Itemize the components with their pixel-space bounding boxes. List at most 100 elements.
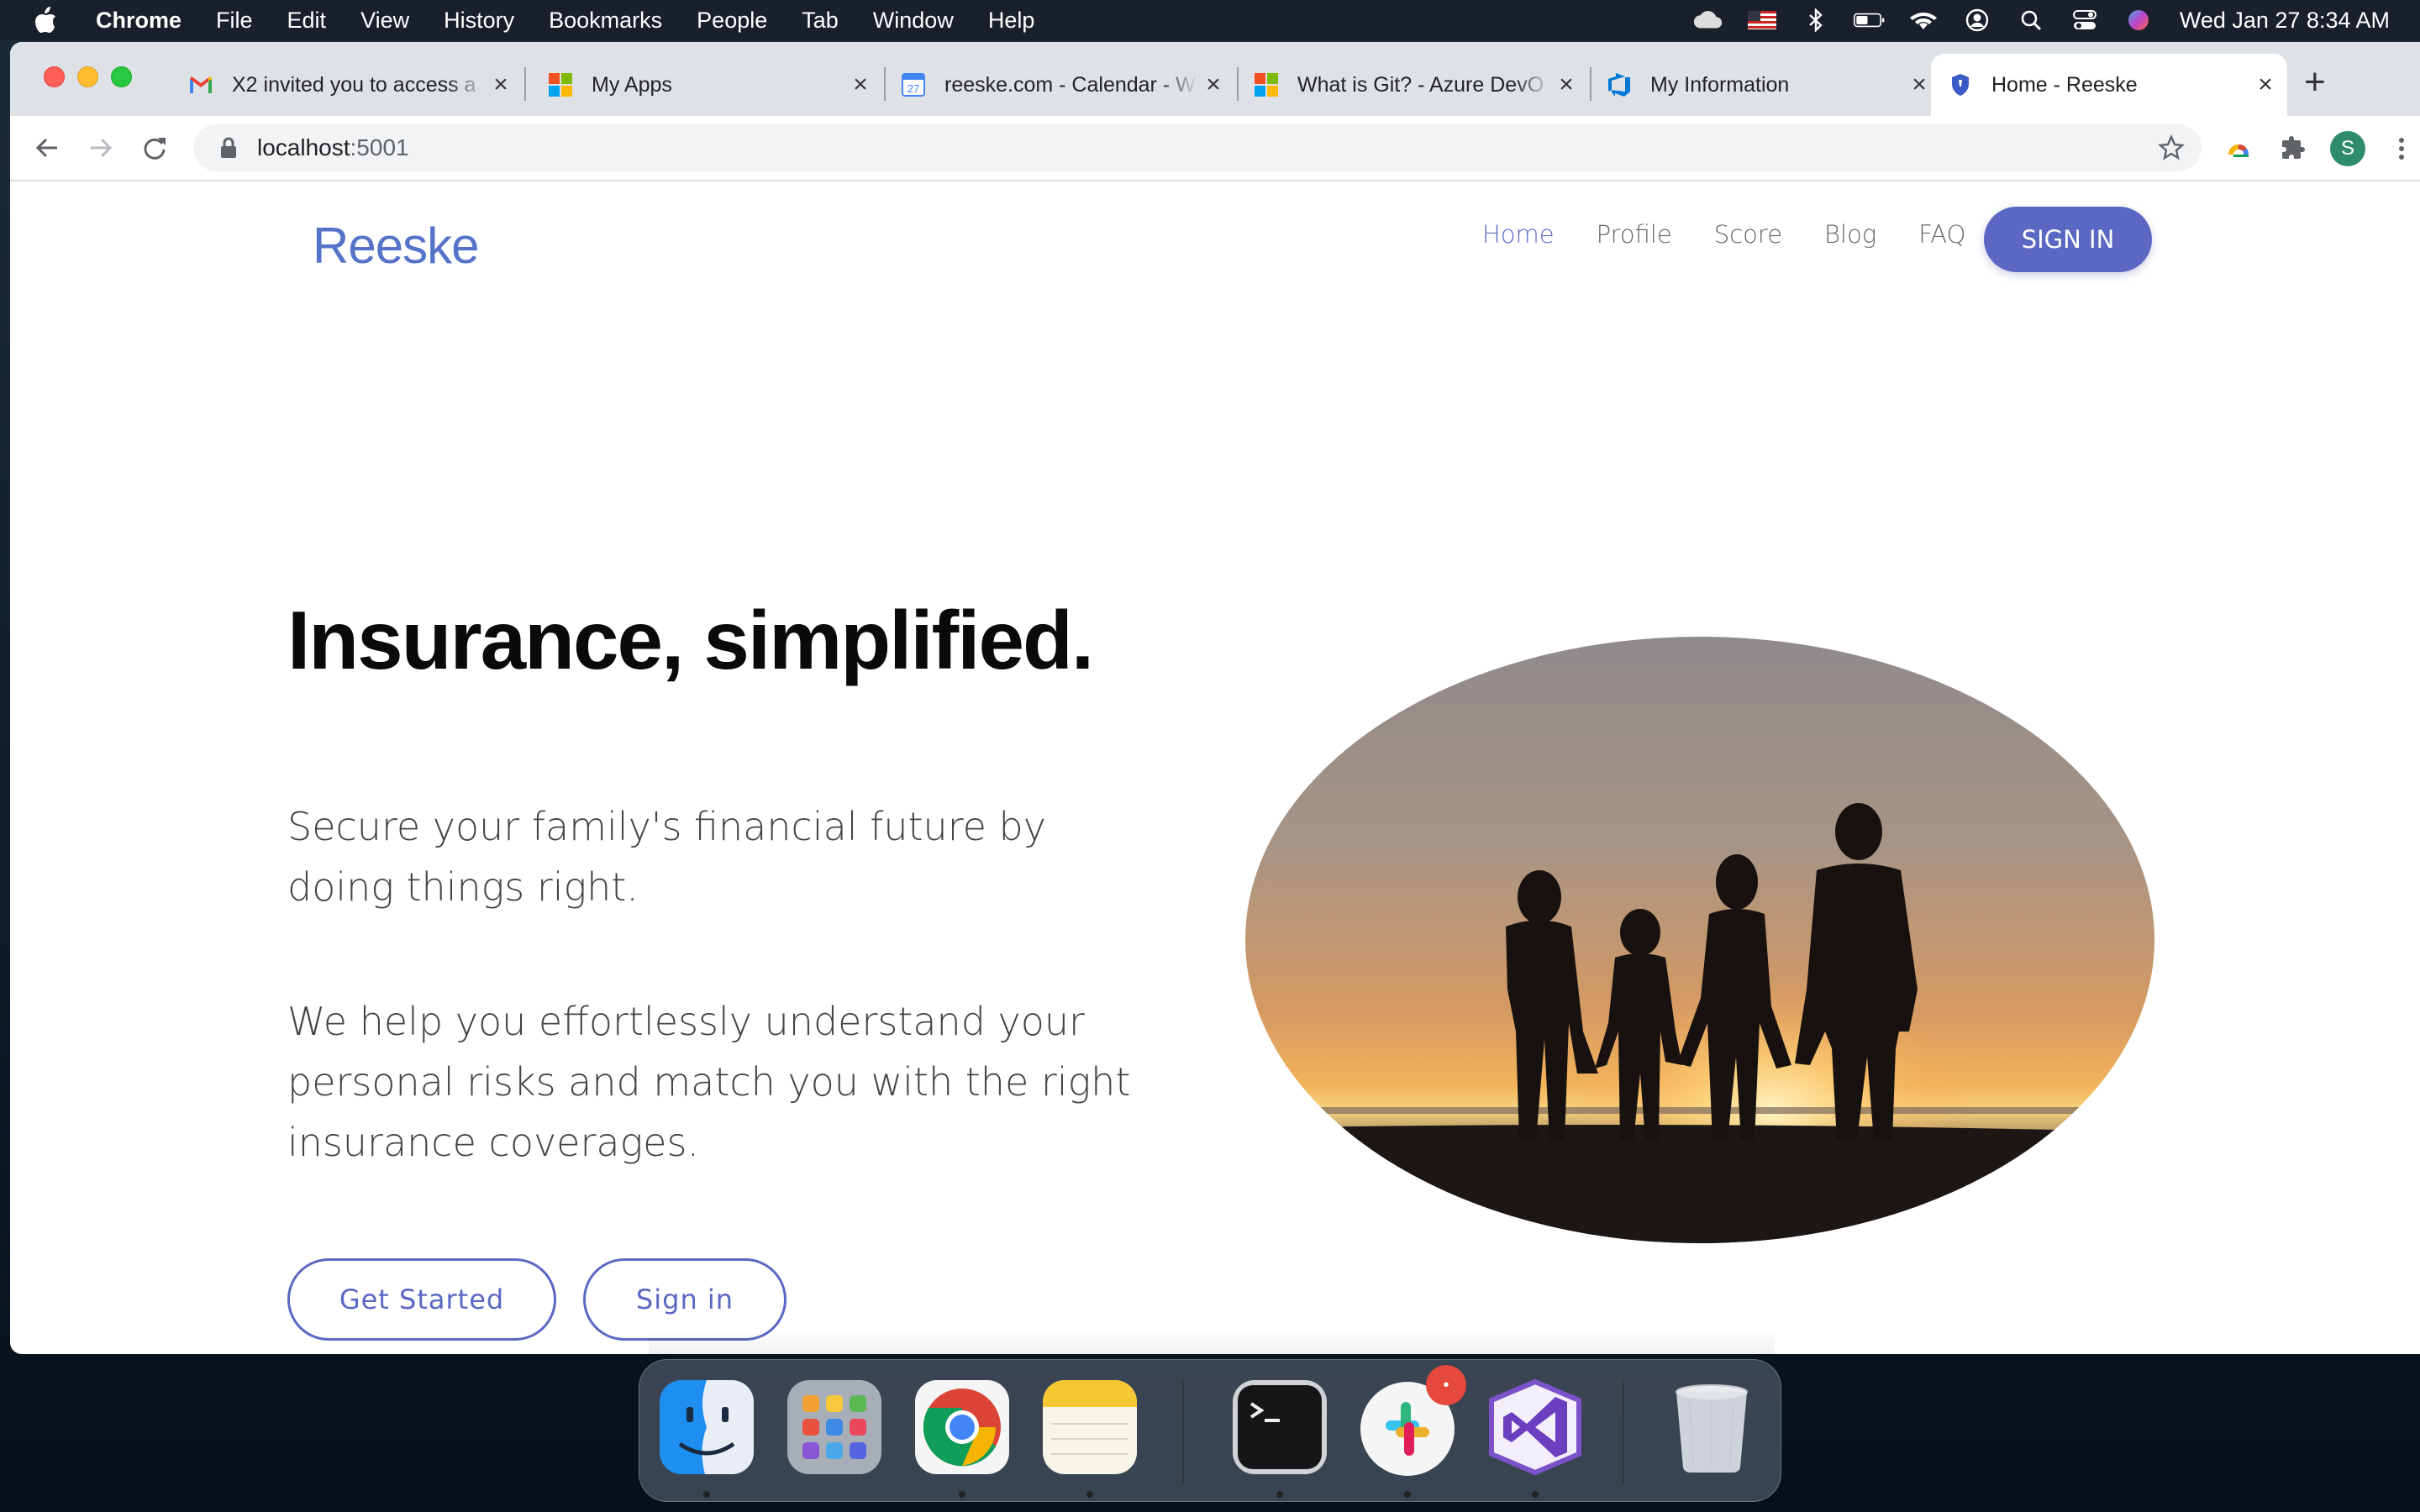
profile-initial: S	[2330, 131, 2365, 166]
tab-title: X2 invited you to access a	[232, 72, 476, 97]
tab-my-apps[interactable]: My Apps ×	[531, 54, 882, 116]
bluetooth-icon[interactable]	[1800, 8, 1832, 33]
nav-faq-link[interactable]: FAQ	[1918, 220, 1965, 249]
visual-studio-icon[interactable]	[1485, 1377, 1586, 1478]
minimize-window-button[interactable]	[77, 66, 98, 87]
microsoft-icon	[1254, 72, 1279, 97]
forward-arrow-icon[interactable]	[84, 131, 118, 165]
nav-home-link[interactable]: Home	[1482, 220, 1555, 249]
menu-tab[interactable]: Tab	[802, 8, 839, 34]
slack-running-indicator	[1404, 1491, 1411, 1498]
family-sunset-image	[1245, 637, 2154, 1243]
notes-running-indicator	[1086, 1491, 1093, 1498]
tab-title: What is Git? - Azure DevO	[1297, 72, 1544, 97]
terminal-icon[interactable]	[1229, 1377, 1330, 1478]
url-host: localhost	[257, 134, 350, 160]
macos-menu-bar: Chrome File Edit View History Bookmarks …	[0, 0, 2420, 40]
menu-view[interactable]: View	[360, 8, 409, 34]
tab-title: My Apps	[592, 72, 672, 97]
tab-azure-devops-git[interactable]: What is Git? - Azure DevO ×	[1237, 54, 1588, 116]
azure-devops-icon	[1607, 72, 1632, 97]
tab-title: reeske.com - Calendar - W	[944, 72, 1196, 97]
finder-icon[interactable]	[656, 1377, 757, 1478]
dock-divider	[1182, 1378, 1184, 1484]
nav-score-link[interactable]: Score	[1714, 220, 1782, 249]
tab-gmail[interactable]: X2 invited you to access a ×	[171, 54, 523, 116]
bookmark-star-icon[interactable]	[2158, 134, 2185, 167]
get-started-button[interactable]: Get Started	[287, 1258, 556, 1341]
chrome-running-indicator	[959, 1491, 965, 1498]
macos-dock: •	[639, 1359, 1781, 1502]
close-tab-icon[interactable]: ×	[1904, 71, 1934, 99]
svg-text:27: 27	[908, 82, 919, 95]
site-navigation: Home Profile Score Blog FAQ	[1482, 220, 2007, 249]
extensions-puzzle-icon[interactable]	[2275, 130, 2312, 167]
launchpad-icon[interactable]	[784, 1377, 885, 1478]
tab-my-information[interactable]: My Information ×	[1590, 54, 1941, 116]
close-tab-icon[interactable]: ×	[845, 71, 876, 99]
battery-icon[interactable]	[1853, 8, 1886, 33]
menu-edit[interactable]: Edit	[287, 8, 327, 34]
menu-bookmarks[interactable]: Bookmarks	[549, 8, 662, 34]
hero-paragraph-1: Secure your family's financial future by…	[287, 804, 1046, 910]
close-tab-icon[interactable]: ×	[1551, 71, 1581, 99]
visual-studio-running-indicator	[1532, 1491, 1539, 1498]
chrome-icon[interactable]	[912, 1377, 1013, 1478]
menu-people[interactable]: People	[697, 8, 767, 34]
nav-profile-link[interactable]: Profile	[1597, 220, 1672, 249]
hero-title: Insurance, simplified.	[287, 594, 1094, 686]
back-arrow-icon[interactable]	[30, 131, 64, 165]
tab-title: Home - Reeske	[1991, 72, 2138, 97]
tab-title: My Information	[1650, 72, 1790, 97]
fullscreen-window-button[interactable]	[111, 66, 132, 87]
new-tab-button[interactable]: +	[2304, 64, 2326, 101]
close-tab-icon[interactable]: ×	[1198, 71, 1228, 99]
header-sign-in-button[interactable]: SIGN IN	[1984, 207, 2152, 272]
control-center-icon[interactable]	[2069, 8, 2101, 33]
menu-app-chrome[interactable]: Chrome	[96, 8, 182, 34]
chrome-window: X2 invited you to access a × My Apps × 2…	[10, 42, 2420, 1354]
tab-home-reeske[interactable]: Home - Reeske ×	[1931, 54, 2287, 116]
close-window-button[interactable]	[44, 66, 65, 87]
microsoft-icon	[548, 72, 573, 97]
slack-notification-badge: •	[1426, 1365, 1466, 1405]
hero-paragraph-2: We help you effortlessly understand your…	[287, 999, 1131, 1165]
nav-blog-link[interactable]: Blog	[1824, 220, 1876, 249]
menu-history[interactable]: History	[444, 8, 514, 34]
user-account-icon[interactable]	[1961, 8, 1993, 33]
menu-file[interactable]: File	[216, 8, 253, 34]
dock-divider	[1623, 1378, 1624, 1484]
menu-help[interactable]: Help	[988, 8, 1035, 34]
tab-strip: X2 invited you to access a × My Apps × 2…	[10, 42, 2420, 116]
browser-toolbar: localhost:5001 S	[10, 116, 2420, 181]
address-bar[interactable]: localhost:5001	[193, 124, 2202, 171]
terminal-running-indicator	[1276, 1491, 1283, 1498]
close-tab-icon[interactable]: ×	[2250, 71, 2281, 99]
close-tab-icon[interactable]: ×	[486, 71, 516, 99]
tab-divider	[524, 67, 526, 101]
profile-avatar[interactable]: S	[2329, 130, 2366, 167]
us-flag-icon[interactable]	[1746, 8, 1778, 33]
url-port: :5001	[350, 134, 409, 160]
extension-colorful-icon[interactable]	[2222, 130, 2259, 167]
page-bottom-shadow	[649, 1329, 1775, 1354]
site-logo[interactable]: Reeske	[313, 217, 479, 275]
gmail-icon	[188, 72, 213, 97]
menu-window[interactable]: Window	[873, 8, 954, 34]
slack-icon[interactable]: •	[1357, 1365, 1466, 1478]
wifi-icon[interactable]	[1907, 8, 1939, 33]
apple-menu-icon[interactable]	[34, 7, 67, 34]
spotlight-search-icon[interactable]	[2015, 8, 2047, 33]
trash-icon[interactable]	[1661, 1377, 1762, 1478]
web-page: Reeske Home Profile Score Blog FAQ SIGN …	[10, 183, 2420, 1354]
cloud-icon[interactable]	[1692, 8, 1724, 33]
lock-icon[interactable]	[220, 136, 239, 160]
notes-icon[interactable]	[1039, 1377, 1140, 1478]
finder-running-indicator	[703, 1491, 710, 1498]
reload-icon[interactable]	[138, 131, 171, 165]
tab-calendar[interactable]: 27 reeske.com - Calendar - W ×	[884, 54, 1235, 116]
siri-icon[interactable]	[2123, 8, 2154, 33]
calendar-icon: 27	[901, 72, 926, 97]
more-menu-icon[interactable]	[2383, 130, 2420, 167]
menu-bar-clock[interactable]: Wed Jan 27 8:34 AM	[2180, 8, 2390, 34]
